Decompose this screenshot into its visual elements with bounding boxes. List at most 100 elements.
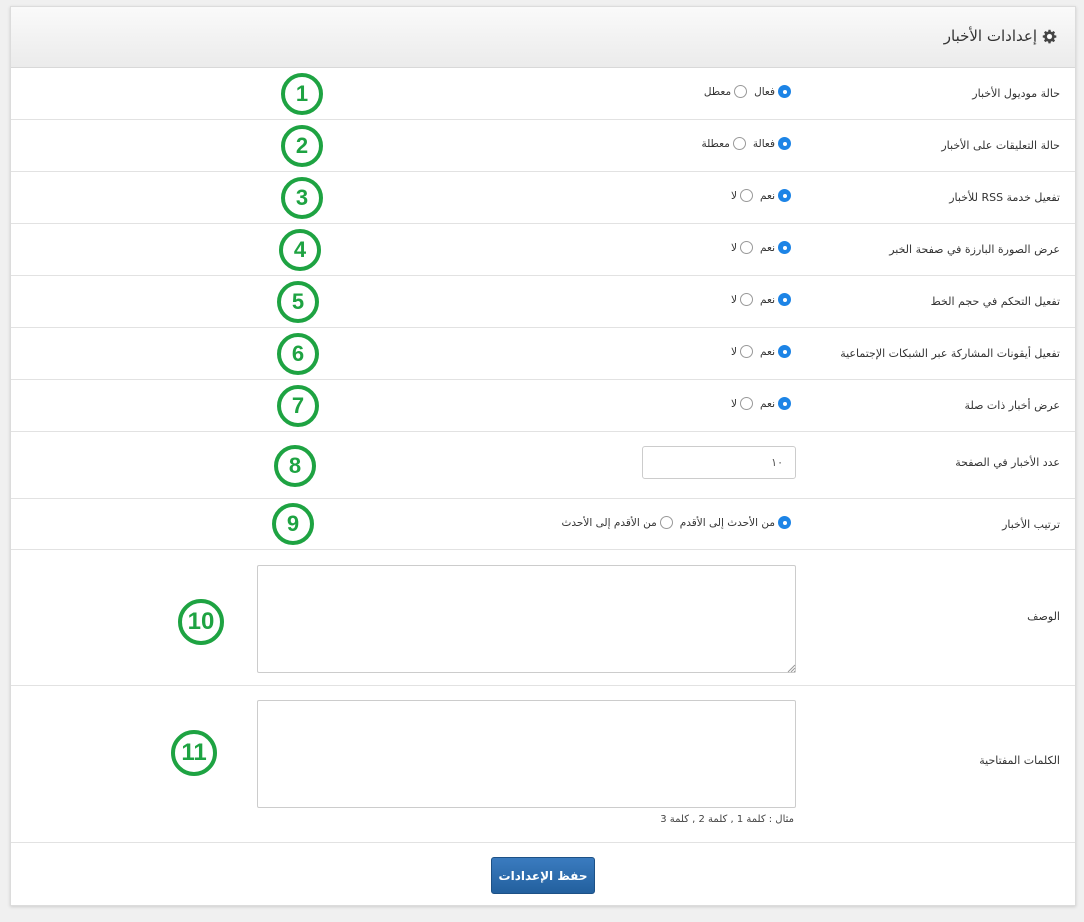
radio-button[interactable] (740, 241, 754, 254)
radio-group: نعم لا (724, 189, 791, 202)
row-label: عرض الصورة البارزة في صفحة الخبر (889, 243, 1060, 256)
radio-option-inactive[interactable]: معطلة (701, 137, 746, 150)
step-badge: 3 (281, 177, 323, 219)
description-textarea[interactable] (257, 565, 796, 673)
radio-button[interactable] (778, 516, 791, 529)
radio-option-yes[interactable]: نعم (760, 345, 791, 358)
radio-group: نعم لا (724, 345, 791, 358)
radio-label: لا (731, 397, 738, 410)
step-badge: 6 (277, 333, 319, 375)
radio-option-active[interactable]: فعالة (753, 137, 791, 150)
radio-label: لا (731, 345, 738, 358)
radio-label: فعالة (752, 137, 775, 150)
resize-grip-icon[interactable] (786, 663, 796, 673)
step-badge: 11 (171, 730, 217, 776)
page-title: إعدادات الأخبار (943, 27, 1037, 45)
row-label: عرض أخبار ذات صلة (964, 399, 1060, 412)
radio-button[interactable] (778, 241, 791, 254)
row-label: تفعيل أيقونات المشاركة عبر الشبكات الإجت… (840, 347, 1060, 360)
row-module-status: حالة موديول الأخبار فعال معطل 1 (11, 68, 1075, 120)
row-featured-image: عرض الصورة البارزة في صفحة الخبر نعم لا … (11, 224, 1075, 276)
radio-label: نعم (760, 345, 775, 358)
radio-option-yes[interactable]: نعم (760, 397, 791, 410)
per-page-input[interactable]: ١٠ (642, 446, 796, 479)
step-badge: 1 (281, 73, 323, 115)
settings-panel: إعدادات الأخبار حالة موديول الأخبار فعال… (10, 6, 1076, 906)
radio-button[interactable] (740, 345, 754, 358)
panel-title: إعدادات الأخبار (944, 27, 1057, 45)
row-related-news: عرض أخبار ذات صلة نعم لا 7 (11, 380, 1075, 432)
radio-group: فعال معطل (697, 85, 791, 98)
row-label: حالة التعليقات على الأخبار (941, 139, 1060, 152)
gear-icon (1042, 29, 1057, 43)
radio-group: نعم لا (724, 397, 791, 410)
row-per-page: عدد الأخبار في الصفحة ١٠ 8 (11, 432, 1075, 499)
radio-label: لا (731, 293, 738, 306)
row-label: حالة موديول الأخبار (972, 87, 1060, 100)
radio-label: فعال (754, 85, 775, 98)
radio-option-no[interactable]: لا (731, 189, 754, 202)
radio-label: لا (731, 189, 738, 202)
radio-group: فعالة معطلة (694, 137, 791, 150)
radio-button[interactable] (778, 345, 791, 358)
radio-option-yes[interactable]: نعم (760, 189, 791, 202)
radio-button[interactable] (778, 293, 791, 306)
row-description: الوصف 10 (11, 550, 1075, 686)
step-badge: 2 (281, 125, 323, 167)
radio-option-no[interactable]: لا (731, 241, 754, 254)
row-label: ترتيب الأخبار (1002, 518, 1060, 531)
save-settings-button[interactable]: حفظ الإعدادات (491, 857, 595, 894)
radio-option-no[interactable]: لا (731, 397, 754, 410)
row-label: الوصف (1027, 610, 1060, 623)
panel-header: إعدادات الأخبار (11, 7, 1075, 68)
radio-button[interactable] (778, 137, 791, 150)
radio-group: من الأحدث إلى الأقدم من الأقدم إلى الأحد… (555, 516, 791, 529)
row-font-size: تفعيل التحكم في حجم الخط نعم لا 5 (11, 276, 1075, 328)
radio-label: من الأقدم إلى الأحدث (561, 516, 657, 529)
radio-label: لا (731, 241, 738, 254)
row-keywords: الكلمات المفتاحية مثال : كلمة 1 , كلمة 2… (11, 686, 1075, 843)
radio-button[interactable] (778, 397, 791, 410)
radio-button[interactable] (740, 397, 754, 410)
radio-option-newest-first[interactable]: من الأحدث إلى الأقدم (680, 516, 791, 529)
radio-option-oldest-first[interactable]: من الأقدم إلى الأحدث (562, 516, 673, 529)
radio-button[interactable] (732, 137, 746, 150)
row-rss: تفعيل خدمة RSS للأخبار نعم لا 3 (11, 172, 1075, 224)
row-label: تفعيل خدمة RSS للأخبار (949, 191, 1060, 204)
row-order: ترتيب الأخبار من الأحدث إلى الأقدم من ال… (11, 499, 1075, 550)
radio-group: نعم لا (724, 241, 791, 254)
step-badge: 8 (274, 445, 316, 487)
radio-button[interactable] (659, 516, 673, 529)
radio-button[interactable] (734, 85, 748, 98)
radio-label: نعم (760, 293, 775, 306)
radio-label: معطل (703, 85, 732, 98)
row-comments-status: حالة التعليقات على الأخبار فعالة معطلة 2 (11, 120, 1075, 172)
step-badge: 9 (272, 503, 314, 545)
radio-option-no[interactable]: لا (731, 293, 754, 306)
radio-option-active[interactable]: فعال (754, 85, 791, 98)
radio-option-no[interactable]: لا (731, 345, 754, 358)
radio-button[interactable] (740, 189, 754, 202)
radio-button[interactable] (778, 85, 791, 98)
radio-label: من الأحدث إلى الأقدم (679, 516, 775, 529)
keywords-textarea[interactable] (257, 700, 796, 808)
radio-label: نعم (760, 189, 775, 202)
step-badge: 4 (279, 229, 321, 271)
radio-option-inactive[interactable]: معطل (703, 85, 748, 98)
radio-button[interactable] (778, 189, 791, 202)
row-social-share: تفعيل أيقونات المشاركة عبر الشبكات الإجت… (11, 328, 1075, 380)
radio-label: نعم (760, 241, 775, 254)
radio-option-yes[interactable]: نعم (760, 241, 791, 254)
radio-option-yes[interactable]: نعم (760, 293, 791, 306)
step-badge: 7 (277, 385, 319, 427)
step-badge: 10 (178, 599, 224, 645)
radio-label: معطلة (701, 137, 730, 150)
step-badge: 5 (277, 281, 319, 323)
radio-label: نعم (760, 397, 775, 410)
keywords-hint: مثال : كلمة 1 , كلمة 2 , كلمة 3 (660, 814, 794, 825)
radio-group: نعم لا (724, 293, 791, 306)
row-label: تفعيل التحكم في حجم الخط (930, 295, 1060, 308)
row-label: عدد الأخبار في الصفحة (955, 456, 1060, 469)
radio-button[interactable] (740, 293, 754, 306)
row-label: الكلمات المفتاحية (979, 754, 1060, 767)
